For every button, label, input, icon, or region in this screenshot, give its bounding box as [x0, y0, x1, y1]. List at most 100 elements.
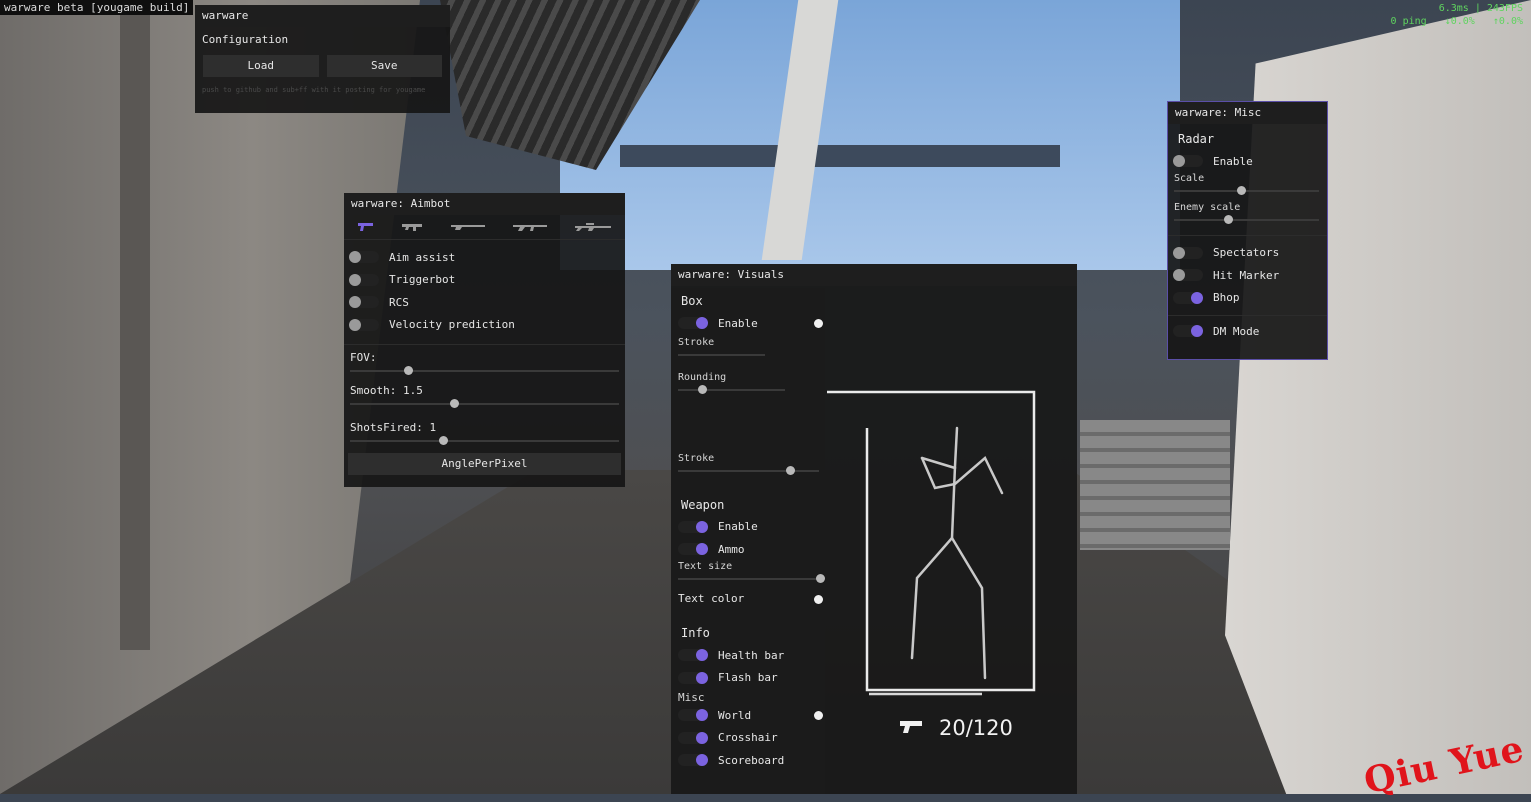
box-outline	[827, 390, 1036, 692]
loss-up: ↑0.0%	[1492, 16, 1523, 27]
crosshair-toggle[interactable]: Crosshair	[671, 727, 825, 750]
text-color-swatch[interactable]	[814, 594, 823, 604]
toggle-label: Triggerbot	[389, 273, 456, 287]
box-color-swatch[interactable]	[814, 319, 823, 328]
toggle-switch	[1173, 269, 1203, 282]
world-toggle[interactable]: World	[671, 704, 825, 727]
slider-thumb[interactable]	[439, 436, 449, 445]
radar-enable-toggle[interactable]: Enable	[1168, 150, 1327, 173]
world-color-swatch[interactable]	[814, 711, 823, 720]
stroke-slider[interactable]	[678, 348, 765, 362]
sniper-icon[interactable]	[574, 222, 612, 232]
enemy-scale-slider[interactable]	[1174, 213, 1319, 227]
slider-thumb[interactable]	[449, 399, 459, 408]
smooth-slider[interactable]	[350, 397, 619, 411]
toggle-knob	[696, 731, 708, 744]
toggle-knob	[349, 318, 361, 331]
slider-thumb[interactable]	[404, 366, 414, 375]
info-section: Info	[681, 626, 710, 640]
stroke2-slider[interactable]	[678, 464, 819, 478]
weapon-enable-toggle[interactable]: Enable	[671, 516, 825, 539]
crates	[1080, 420, 1230, 550]
spectators-toggle[interactable]: Spectators	[1168, 242, 1327, 265]
scoreboard-toggle[interactable]: Scoreboard	[671, 749, 825, 772]
slider-thumb[interactable]	[1237, 185, 1247, 195]
pistol-icon	[900, 721, 922, 733]
slider-thumb[interactable]	[785, 465, 795, 475]
misc-panel: warware: Misc Radar Enable Scale Enemy s…	[1167, 101, 1328, 360]
slider-track	[678, 353, 765, 356]
toggle-label: Enable	[1213, 154, 1253, 168]
perf-readout: 6.3ms | 243FPS 0 ping ↓0.0% ↑0.0%	[1391, 2, 1523, 28]
toggle-label: Hit Marker	[1213, 268, 1280, 282]
steel-beam	[620, 145, 1060, 167]
stroke2-label: Stroke	[678, 452, 715, 464]
toggle-knob	[1191, 325, 1203, 338]
slider-thumb[interactable]	[698, 384, 707, 394]
health-bar-toggle[interactable]: Health bar	[671, 644, 825, 667]
toggle-switch	[1173, 291, 1203, 304]
toggle-label: Enable	[718, 520, 758, 534]
velocity-prediction-toggle[interactable]: Velocity prediction	[344, 314, 625, 337]
toggle-switch	[678, 317, 708, 330]
bhop-toggle[interactable]: Bhop	[1168, 287, 1327, 310]
ammo-toggle[interactable]: Ammo	[671, 538, 825, 561]
toggle-switch	[678, 520, 708, 533]
box-enable-toggle[interactable]: Enable	[671, 312, 825, 335]
toggle-label: World	[718, 708, 752, 722]
toggle-switch	[678, 754, 708, 767]
fov-slider[interactable]	[350, 364, 619, 378]
shotgun-icon[interactable]	[450, 223, 486, 231]
slider-track	[350, 370, 619, 372]
rcs-toggle[interactable]: RCS	[344, 291, 625, 314]
load-button[interactable]: Load	[203, 55, 319, 77]
slider-thumb[interactable]	[1224, 214, 1234, 224]
text-size-slider[interactable]	[678, 572, 825, 586]
hit-marker-toggle[interactable]: Hit Marker	[1168, 264, 1327, 287]
slider-thumb[interactable]	[816, 573, 825, 583]
flash-bar-toggle[interactable]: Flash bar	[671, 667, 825, 690]
fov-label: FOV:	[350, 351, 377, 364]
toggle-switch	[678, 671, 708, 684]
dm-mode-toggle[interactable]: DM Mode	[1168, 320, 1327, 343]
aim-assist-toggle[interactable]: Aim assist	[344, 246, 625, 269]
shots-fired-slider[interactable]	[350, 434, 619, 448]
slider-track	[678, 388, 785, 391]
slider-track	[678, 577, 821, 580]
shots-fired-label: ShotsFired: 1	[350, 421, 437, 434]
scale-label: Scale	[1174, 172, 1205, 184]
toggle-knob	[696, 649, 708, 662]
toggle-switch	[349, 251, 379, 264]
toggle-knob	[349, 273, 361, 286]
smg-icon[interactable]	[401, 222, 425, 232]
radar-section: Radar	[1178, 132, 1215, 146]
rifle-icon[interactable]	[512, 222, 548, 232]
scale-slider[interactable]	[1174, 184, 1319, 198]
toggle-label: Scoreboard	[718, 753, 785, 767]
rounding-slider[interactable]	[678, 383, 785, 397]
toggle-knob	[1173, 269, 1185, 282]
toggle-label: RCS	[389, 295, 409, 309]
toggle-label: Enable	[718, 316, 758, 330]
toggle-label: Health bar	[718, 648, 785, 662]
misc-section: Misc	[678, 691, 705, 704]
text-color-label: Text color	[678, 592, 745, 606]
toggle-knob	[696, 754, 708, 767]
net-line: 0 ping ↓0.0% ↑0.0%	[1391, 15, 1523, 28]
stroke-label: Stroke	[678, 336, 715, 348]
config-title: warware	[195, 5, 450, 27]
visuals-title: warware: Visuals	[671, 264, 1077, 286]
save-button[interactable]: Save	[326, 55, 442, 77]
pistol-icon[interactable]	[357, 222, 375, 232]
box-section: Box	[681, 294, 703, 308]
loss-down: ↓0.0%	[1444, 16, 1475, 27]
aimbot-title: warware: Aimbot	[344, 193, 625, 215]
triggerbot-toggle[interactable]: Triggerbot	[344, 269, 625, 292]
toggle-switch	[349, 296, 379, 309]
ping-value: 0 ping	[1390, 16, 1427, 27]
toggle-knob	[696, 543, 708, 556]
aimbot-panel: warware: Aimbot Aim assist Triggerbot RC…	[344, 193, 625, 487]
toggle-knob	[1173, 155, 1185, 168]
perf-line: 6.3ms | 243FPS	[1438, 3, 1523, 14]
angle-per-pixel-button[interactable]: AnglePerPixel	[348, 453, 621, 475]
